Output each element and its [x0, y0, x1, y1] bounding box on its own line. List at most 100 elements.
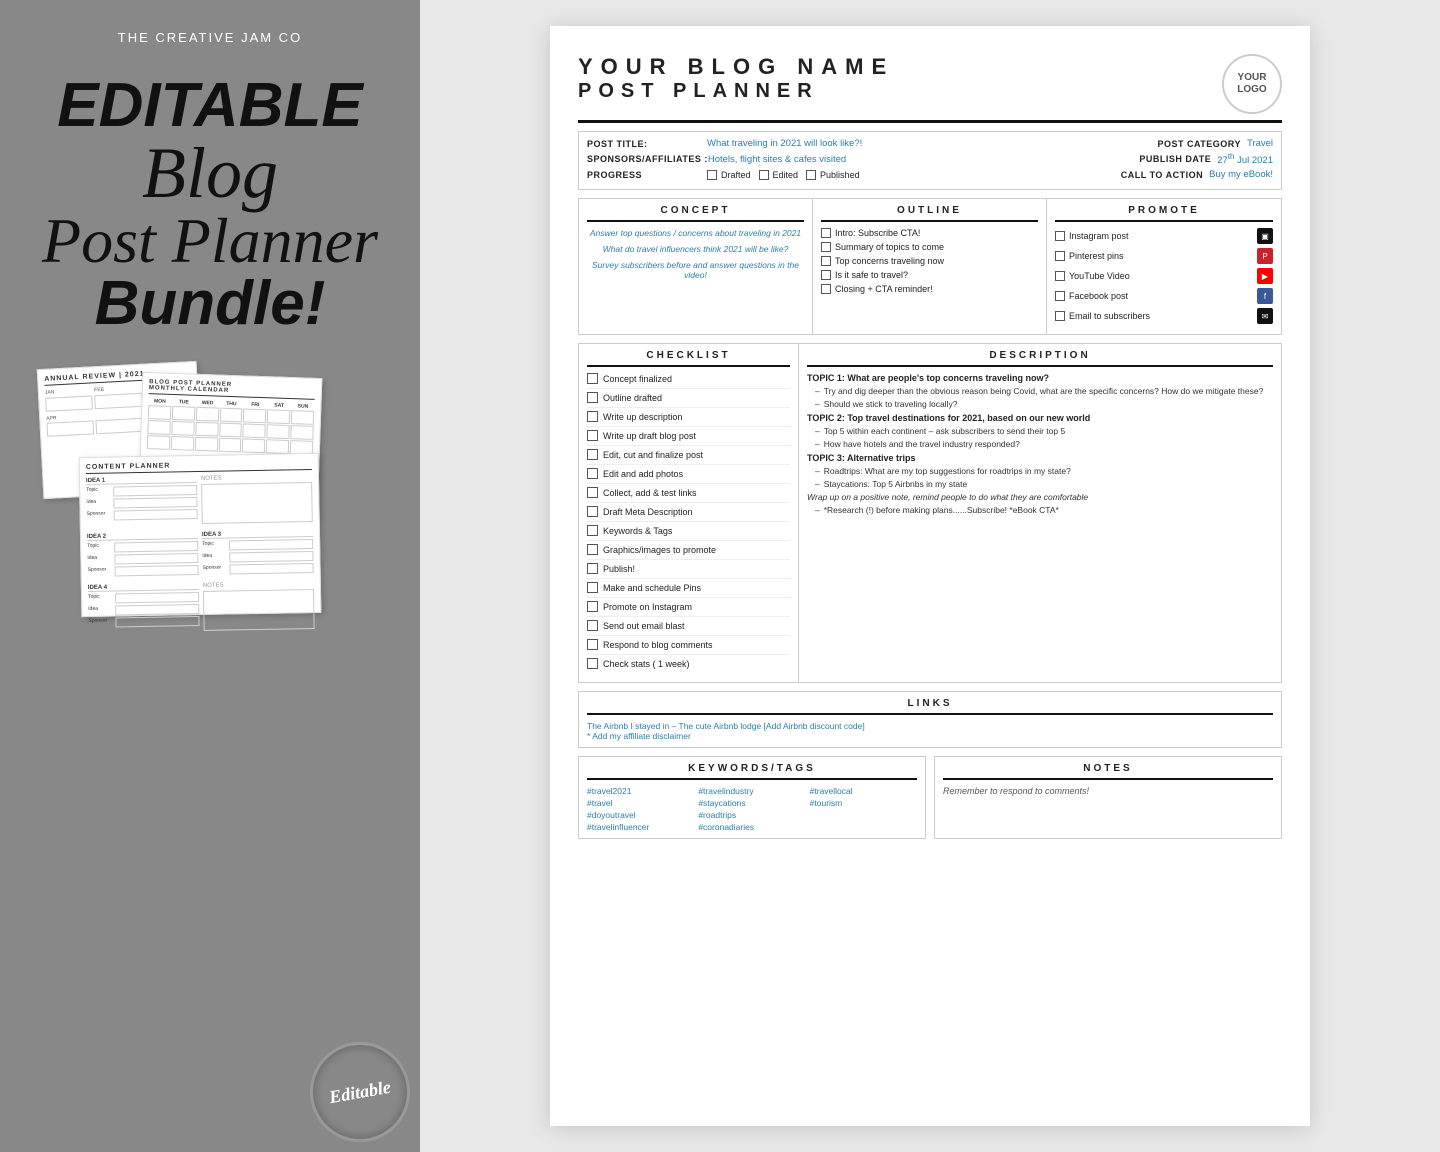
concept-item-3: Survey subscribers before and answer que…	[587, 260, 804, 280]
promote-cb-pinterest[interactable]	[1055, 251, 1065, 261]
cb-email-blast[interactable]	[587, 620, 598, 631]
promote-cb-instagram[interactable]	[1055, 231, 1065, 241]
kw-6: #tourism	[810, 798, 917, 808]
planner-header: YOUR BLOG NAME POST PLANNER YOURLOGO	[578, 54, 1282, 114]
kw-3: #travellocal	[810, 786, 917, 796]
cb-links[interactable]	[587, 487, 598, 498]
checklist-stats: Check stats ( 1 week)	[587, 658, 790, 673]
drafted-label: Drafted	[721, 170, 751, 180]
cb-respond[interactable]	[587, 639, 598, 650]
checklist-edit-photos: Edit and add photos	[587, 468, 790, 484]
desc-cta-bullet: – *Research (!) before making plans.....…	[807, 505, 1273, 515]
checklist-pins: Make and schedule Pins	[587, 582, 790, 598]
promote-cb-facebook[interactable]	[1055, 291, 1065, 301]
outline-item-5: Closing + CTA reminder!	[821, 284, 1038, 294]
promote-youtube-label: YouTube Video	[1069, 271, 1130, 281]
youtube-icon: ▶	[1257, 268, 1273, 284]
progress-row: PROGRESS Drafted Edited Published	[587, 169, 1273, 180]
cb-keywords[interactable]	[587, 525, 598, 536]
facebook-icon: f	[1257, 288, 1273, 304]
promote-cb-email[interactable]	[1055, 311, 1065, 321]
links-text-2: * Add my affiliate disclaimer	[587, 731, 1273, 741]
post-planner-label: POST PLANNER	[578, 80, 894, 103]
kw-1: #travel2021	[587, 786, 694, 796]
keywords-header: KEYWORDS/TAGS	[587, 763, 917, 780]
outline-item-4: Is it safe to travel?	[821, 270, 1038, 280]
outline-cb-1[interactable]	[821, 228, 831, 238]
promote-facebook-label: Facebook post	[1069, 291, 1128, 301]
promote-email-label: Email to subscribers	[1069, 311, 1150, 321]
desc-topic2-bullet-2: – How have hotels and the travel industr…	[807, 439, 1273, 449]
desc-topic1-bullet-2: – Should we stick to traveling locally?	[807, 399, 1273, 409]
cb-concept[interactable]	[587, 373, 598, 384]
notes-text: Remember to respond to comments!	[943, 786, 1273, 796]
checklist-meta: Draft Meta Description	[587, 506, 790, 522]
checklist-publish: Publish!	[587, 563, 790, 579]
sponsors-row: SPONSORS/AFFILIATES : Hotels, flight sit…	[587, 152, 1273, 166]
checklist-keywords: Keywords & Tags	[587, 525, 790, 541]
cb-publish[interactable]	[587, 563, 598, 574]
cb-edit-finalize[interactable]	[587, 449, 598, 460]
outline-cb-4[interactable]	[821, 270, 831, 280]
post-category-group: POST CATEGORY Travel	[1157, 138, 1273, 149]
outline-cb-5[interactable]	[821, 284, 831, 294]
promote-instagram-label: Instagram post	[1069, 231, 1129, 241]
checklist-outline: Outline drafted	[587, 392, 790, 408]
edited-label: Edited	[773, 170, 799, 180]
concept-item-2: What do travel influencers think 2021 wi…	[587, 244, 804, 254]
logo-text: YOURLOGO	[1237, 72, 1266, 96]
cb-edit-photos[interactable]	[587, 468, 598, 479]
promote-instagram: Instagram post ▣	[1055, 228, 1273, 244]
checklist-header: CHECKLIST	[587, 350, 790, 367]
published-checkbox[interactable]	[806, 170, 816, 180]
editable-badge-text: Editable	[328, 1076, 393, 1107]
concept-section: CONCEPT Answer top questions / concerns …	[579, 199, 813, 334]
outline-item-2: Summary of topics to come	[821, 242, 1038, 252]
preview-docs: ANNUAL REVIEW | 2021 JAN FEB MAR APR BLO…	[40, 365, 380, 625]
progress-items: Drafted Edited Published	[707, 170, 860, 180]
keywords-notes-section: KEYWORDS/TAGS #travel2021 #travelindustr…	[578, 756, 1282, 839]
pinterest-icon: P	[1257, 248, 1273, 264]
planner-title-block: YOUR BLOG NAME POST PLANNER	[578, 54, 894, 103]
post-category-value: Travel	[1247, 138, 1273, 149]
drafted-checkbox[interactable]	[707, 170, 717, 180]
checklist-respond: Respond to blog comments	[587, 639, 790, 655]
edited-checkbox[interactable]	[759, 170, 769, 180]
post-category-label: POST CATEGORY	[1157, 139, 1241, 149]
sponsors-label: SPONSORS/AFFILIATES :	[587, 154, 708, 164]
outline-cb-3[interactable]	[821, 256, 831, 266]
kw-4: #travel	[587, 798, 694, 808]
cta-label: CALL TO ACTION	[1121, 170, 1203, 180]
desc-topic2-bullet-1: – Top 5 within each continent – ask subs…	[807, 426, 1273, 436]
outline-cb-2[interactable]	[821, 242, 831, 252]
desc-topic1-bullet-1: – Try and dig deeper than the obvious re…	[807, 386, 1273, 396]
desc-topic-2: TOPIC 2: Top travel destinations for 202…	[807, 413, 1273, 423]
cb-pins[interactable]	[587, 582, 598, 593]
desc-wrap-text: Wrap up on a positive note, remind peopl…	[807, 492, 1273, 502]
left-title-block: EDITABLE Blog Post Planner Bundle!	[42, 75, 378, 335]
kw-5: #staycations	[698, 798, 805, 808]
cb-instagram[interactable]	[587, 601, 598, 612]
cb-writeup-desc[interactable]	[587, 411, 598, 422]
promote-section: PROMOTE Instagram post ▣ Pinterest pins …	[1047, 199, 1281, 334]
notes-section: NOTES Remember to respond to comments!	[934, 756, 1282, 839]
email-icon: ✉	[1257, 308, 1273, 324]
cb-graphics[interactable]	[587, 544, 598, 555]
checklist-edit-finalize: Edit, cut and finalize post	[587, 449, 790, 465]
promote-cb-youtube[interactable]	[1055, 271, 1065, 281]
desc-topic3-bullet-2: – Staycations: Top 5 Airbnbs in my state	[807, 479, 1273, 489]
kw-11: #coronadiaries	[698, 822, 805, 832]
right-panel: YOUR BLOG NAME POST PLANNER YOURLOGO POS…	[420, 0, 1440, 1152]
outline-header: OUTLINE	[821, 205, 1038, 222]
promote-pinterest: Pinterest pins P	[1055, 248, 1273, 264]
cb-stats[interactable]	[587, 658, 598, 669]
post-planner-text: Post Planner	[42, 209, 378, 273]
cb-meta[interactable]	[587, 506, 598, 517]
promote-youtube: YouTube Video ▶	[1055, 268, 1273, 284]
cb-draft-post[interactable]	[587, 430, 598, 441]
cb-outline[interactable]	[587, 392, 598, 403]
checklist-description-section: CHECKLIST Concept finalized Outline draf…	[578, 343, 1282, 683]
progress-drafted: Drafted	[707, 170, 751, 180]
left-panel: THE CREATIVE JAM CO EDITABLE Blog Post P…	[0, 0, 420, 1152]
kw-10: #travelinfluencer	[587, 822, 694, 832]
